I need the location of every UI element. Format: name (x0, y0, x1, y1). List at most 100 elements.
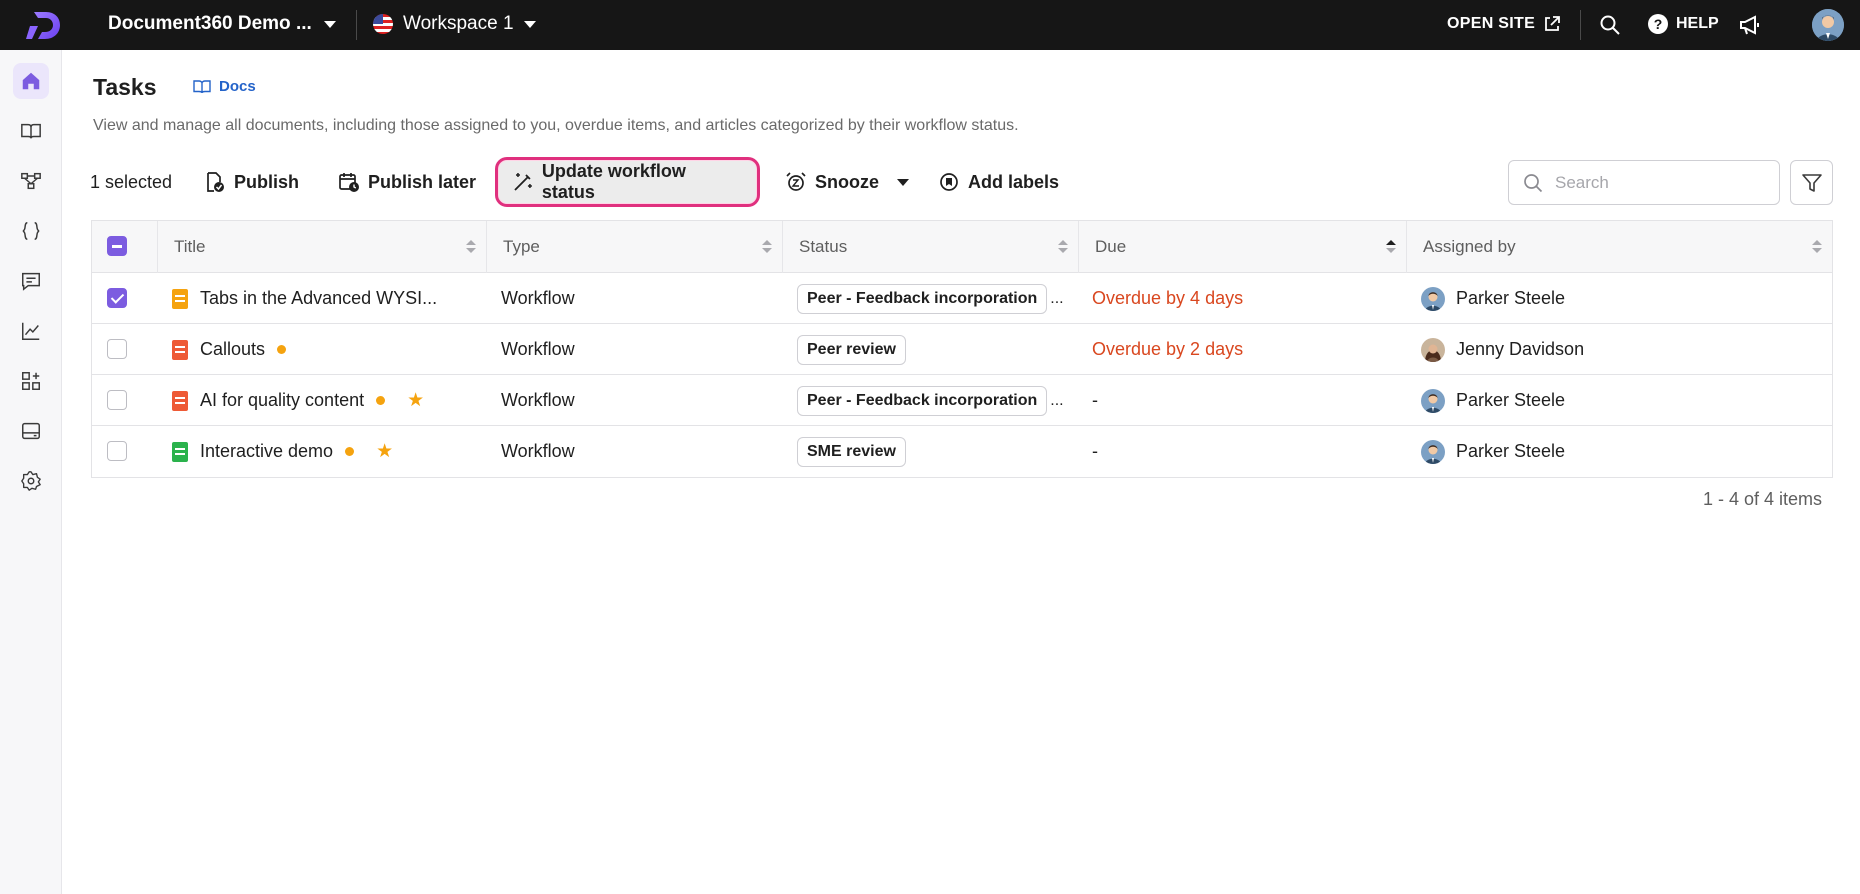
divider (1580, 10, 1581, 40)
page-subtitle: View and manage all documents, including… (93, 117, 1019, 134)
sort-icon[interactable] (1058, 240, 1068, 254)
sidebar-item-analytics[interactable] (13, 313, 49, 349)
status-cell: Peer - Feedback incorporation... (797, 273, 1079, 324)
status-badge: Peer review (797, 334, 906, 365)
table-body: Tabs in the Advanced WYSI... Workflow Peer… (92, 273, 1832, 477)
star-icon: ★ (407, 390, 425, 411)
sidebar-item-feedback[interactable] (13, 263, 49, 299)
document360-logo-icon[interactable] (26, 6, 66, 44)
title-cell[interactable]: Tabs in the Advanced WYSI... (172, 273, 487, 324)
user-avatar[interactable] (1812, 9, 1844, 41)
column-header-due[interactable]: Due (1079, 221, 1407, 273)
api-braces-icon (22, 222, 40, 240)
sidebar (0, 50, 62, 894)
publish-later-button[interactable]: Publish later (324, 158, 490, 206)
selected-count: 1 selected (90, 172, 173, 192)
type-cell: Workflow (501, 324, 781, 375)
type-cell: Workflow (501, 426, 781, 477)
row-select-cell (92, 324, 158, 375)
table-row[interactable]: Callouts Workflow Peer review Overdue by 2 … (92, 324, 1832, 375)
feedback-icon (22, 272, 40, 291)
title-cell[interactable]: Callouts (172, 324, 487, 375)
add-labels-button[interactable]: Add labels (924, 158, 1073, 206)
column-header-status[interactable]: Status (783, 221, 1079, 273)
article-title[interactable]: AI for quality content (200, 390, 364, 411)
open-site-button[interactable]: OPEN SITE (1447, 15, 1561, 33)
article-title[interactable]: Callouts (200, 339, 265, 360)
due-value: - (1092, 390, 1098, 410)
assigned-by-name: Jenny Davidson (1456, 339, 1585, 359)
publish-document-icon (207, 172, 224, 192)
header-select-cell (92, 221, 158, 273)
project-selector[interactable]: Document360 Demo ... (108, 13, 336, 35)
column-header-assigned-by[interactable]: Assigned by (1407, 221, 1832, 273)
sidebar-item-workflow[interactable] (13, 163, 49, 199)
tasks-table: Title Type Status Due Assigned by Tabs i… (91, 220, 1833, 478)
due-value: Overdue by 4 days (1092, 288, 1244, 308)
column-status-label: Status (799, 237, 848, 256)
due-value: Overdue by 2 days (1092, 339, 1244, 359)
row-checkbox[interactable] (107, 288, 127, 308)
row-checkbox[interactable] (107, 339, 127, 359)
column-due-label: Due (1095, 237, 1127, 256)
table-row[interactable]: AI for quality content ★ Workflow Peer - Fe… (92, 375, 1832, 426)
due-cell: - (1092, 375, 1407, 426)
article-title[interactable]: Tabs in the Advanced WYSI... (200, 288, 437, 309)
title-cell[interactable]: AI for quality content ★ (172, 375, 487, 426)
status-badge: Peer - Feedback incorporation (797, 385, 1048, 416)
open-site-label: OPEN SITE (1447, 15, 1536, 32)
article-title[interactable]: Interactive demo (200, 441, 333, 462)
search-input[interactable] (1555, 172, 1755, 193)
docs-link[interactable]: Docs (193, 78, 256, 95)
sidebar-item-home[interactable] (13, 63, 49, 99)
book-icon (21, 123, 41, 139)
search-box[interactable] (1508, 160, 1780, 205)
row-checkbox[interactable] (107, 390, 127, 410)
snooze-button[interactable]: Snooze (771, 158, 923, 206)
sidebar-item-widget[interactable] (13, 413, 49, 449)
megaphone-icon[interactable] (1738, 13, 1762, 37)
column-header-type[interactable]: Type (487, 221, 783, 273)
due-cell: Overdue by 4 days (1092, 273, 1407, 324)
search-icon[interactable] (1598, 13, 1622, 37)
add-labels-label: Add labels (968, 171, 1060, 192)
sort-icon[interactable] (1812, 240, 1822, 254)
help-button[interactable]: ? HELP (1648, 14, 1719, 34)
filter-button[interactable] (1790, 160, 1833, 205)
sidebar-item-documentation[interactable] (13, 113, 49, 149)
sort-ascending-icon[interactable] (1386, 240, 1396, 254)
unpublished-dot-icon (277, 345, 287, 354)
sidebar-item-settings[interactable] (13, 463, 49, 499)
assigned-by-name: Parker Steele (1456, 390, 1566, 410)
status-badge: SME review (797, 436, 906, 467)
top-bar: Document360 Demo ... Workspace 1 OPEN SI… (0, 0, 1860, 50)
row-checkbox[interactable] (107, 441, 127, 461)
sidebar-item-integrations[interactable] (13, 363, 49, 399)
due-cell: Overdue by 2 days (1092, 324, 1407, 375)
unpublished-dot-icon (376, 396, 386, 405)
row-select-cell (92, 375, 158, 426)
column-assigned-by-label: Assigned by (1423, 237, 1516, 256)
update-workflow-status-button[interactable]: Update workflow status (495, 157, 760, 207)
sort-icon[interactable] (762, 240, 772, 254)
sort-icon[interactable] (466, 240, 476, 254)
sidebar-item-api[interactable] (13, 213, 49, 249)
home-icon (22, 72, 40, 90)
document-icon (172, 441, 188, 462)
publish-button[interactable]: Publish (190, 158, 313, 206)
page-title: Tasks (93, 74, 157, 100)
assigned-by-cell: Parker Steele (1421, 273, 1821, 324)
column-header-title[interactable]: Title (158, 221, 487, 273)
publish-later-label: Publish later (368, 171, 477, 192)
type-cell: Workflow (501, 375, 781, 426)
select-all-checkbox[interactable] (107, 236, 127, 256)
column-type-label: Type (503, 237, 540, 256)
chevron-down-icon (523, 20, 536, 28)
table-row[interactable]: Tabs in the Advanced WYSI... Workflow Peer… (92, 273, 1832, 324)
table-row[interactable]: Interactive demo ★ Workflow SME review - Park… (92, 426, 1832, 477)
title-cell[interactable]: Interactive demo ★ (172, 426, 487, 477)
document-icon (172, 288, 188, 309)
update-workflow-status-label: Update workflow status (541, 161, 686, 202)
workspace-selector[interactable]: Workspace 1 (373, 13, 536, 35)
docs-link-label: Docs (219, 78, 256, 95)
